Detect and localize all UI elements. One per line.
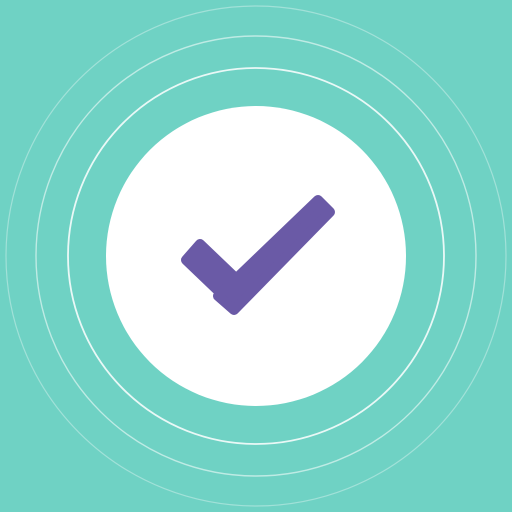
success-screen	[0, 0, 512, 512]
success-graphic	[0, 0, 512, 512]
